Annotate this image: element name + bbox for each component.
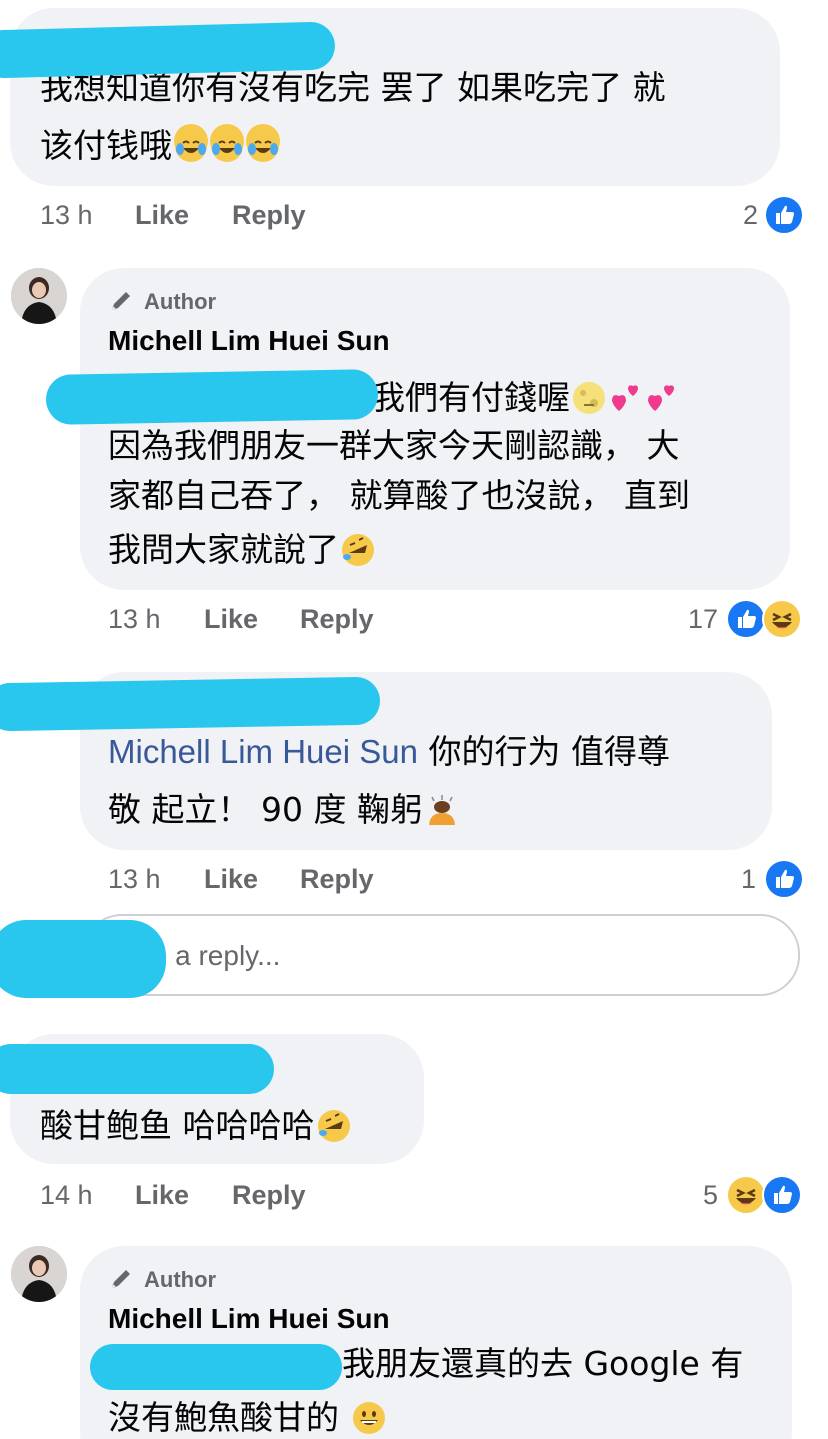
author-badge-label: Author (144, 289, 217, 314)
comment-text-line: 我們有付錢喔 (372, 370, 678, 425)
tears-of-joy-emoji-icon (174, 124, 208, 162)
author-badge: Author (108, 1266, 216, 1294)
comment-timestamp: 13 h (108, 604, 161, 634)
reaction-count[interactable]: 1 (698, 864, 756, 895)
tears-of-joy-emoji-icon (210, 124, 244, 162)
like-reaction-icon (726, 599, 766, 639)
pencil-icon (112, 292, 130, 310)
reply-button[interactable]: Reply (300, 864, 374, 895)
reaction-count[interactable]: 5 (660, 1180, 718, 1211)
redaction-mark (90, 1344, 342, 1390)
two-hearts-emoji-icon (608, 376, 642, 411)
grinning-face-emoji-icon (352, 1396, 386, 1434)
two-hearts-emoji-icon (644, 376, 678, 411)
like-button[interactable]: Like (135, 1180, 189, 1211)
like-reaction-icon (764, 195, 804, 235)
mentioned-user[interactable]: Michell Lim Huei Sun (108, 733, 418, 770)
like-reaction-icon (762, 1175, 802, 1215)
comment-text-line: Michell Lim Huei Sun 你的行为 值得尊 (108, 732, 670, 771)
haha-reaction-icon (762, 599, 802, 639)
comment-timestamp: 13 h (40, 200, 93, 230)
like-button[interactable]: Like (135, 200, 189, 231)
redaction-mark (45, 369, 379, 425)
avatar[interactable] (11, 268, 67, 324)
rofl-emoji-icon (317, 1104, 351, 1142)
reply-button[interactable]: Reply (300, 604, 374, 635)
comment-text-line: 沒有鮑魚酸甘的 (108, 1390, 386, 1439)
redaction-mark (0, 920, 166, 998)
pencil-icon (112, 1270, 130, 1288)
moon-face-emoji-icon (572, 376, 606, 414)
reply-button[interactable]: Reply (232, 1180, 306, 1211)
avatar[interactable] (11, 1246, 67, 1302)
comment-text-line: 该付钱哦 (40, 118, 280, 173)
author-badge-label: Author (144, 1267, 217, 1292)
reaction-count[interactable]: 17 (660, 604, 718, 635)
tears-of-joy-emoji-icon (246, 124, 280, 162)
commenter-name[interactable]: Michell Lim Huei Sun (108, 325, 390, 357)
commenter-name[interactable]: Michell Lim Huei Sun (108, 1303, 390, 1335)
person-bowing-emoji-icon (425, 788, 459, 825)
author-badge: Author (108, 288, 216, 316)
reply-button[interactable]: Reply (232, 200, 306, 231)
comment-text-line: 家都自己吞了， 就算酸了也沒說， 直到 (108, 476, 690, 515)
comment-text-line: 我朋友還真的去 Google 有 (342, 1344, 744, 1383)
like-reaction-icon (764, 859, 804, 899)
comment-text-line: 因為我們朋友一群大家今天剛認識， 大 (108, 426, 680, 465)
comment-timestamp: 14 h (40, 1180, 93, 1210)
haha-reaction-icon (726, 1175, 766, 1215)
comment-text-line: 我問大家就說了 (108, 522, 375, 577)
comment-thread: 我想知道你有沒有吃完 罢了 如果吃完了 就 该付钱哦 13 h Like Rep… (0, 0, 828, 1439)
comment-text-line: 敬 起立！ 90 度 鞠躬 (108, 782, 459, 837)
reaction-count[interactable]: 2 (700, 200, 758, 231)
comment-timestamp: 13 h (108, 864, 161, 894)
rofl-emoji-icon (341, 528, 375, 566)
comment-text-line: 酸甘鲍鱼 哈哈哈哈 (40, 1098, 351, 1153)
like-button[interactable]: Like (204, 604, 258, 635)
like-button[interactable]: Like (204, 864, 258, 895)
redaction-mark (0, 1044, 274, 1094)
redaction-mark (0, 21, 336, 79)
